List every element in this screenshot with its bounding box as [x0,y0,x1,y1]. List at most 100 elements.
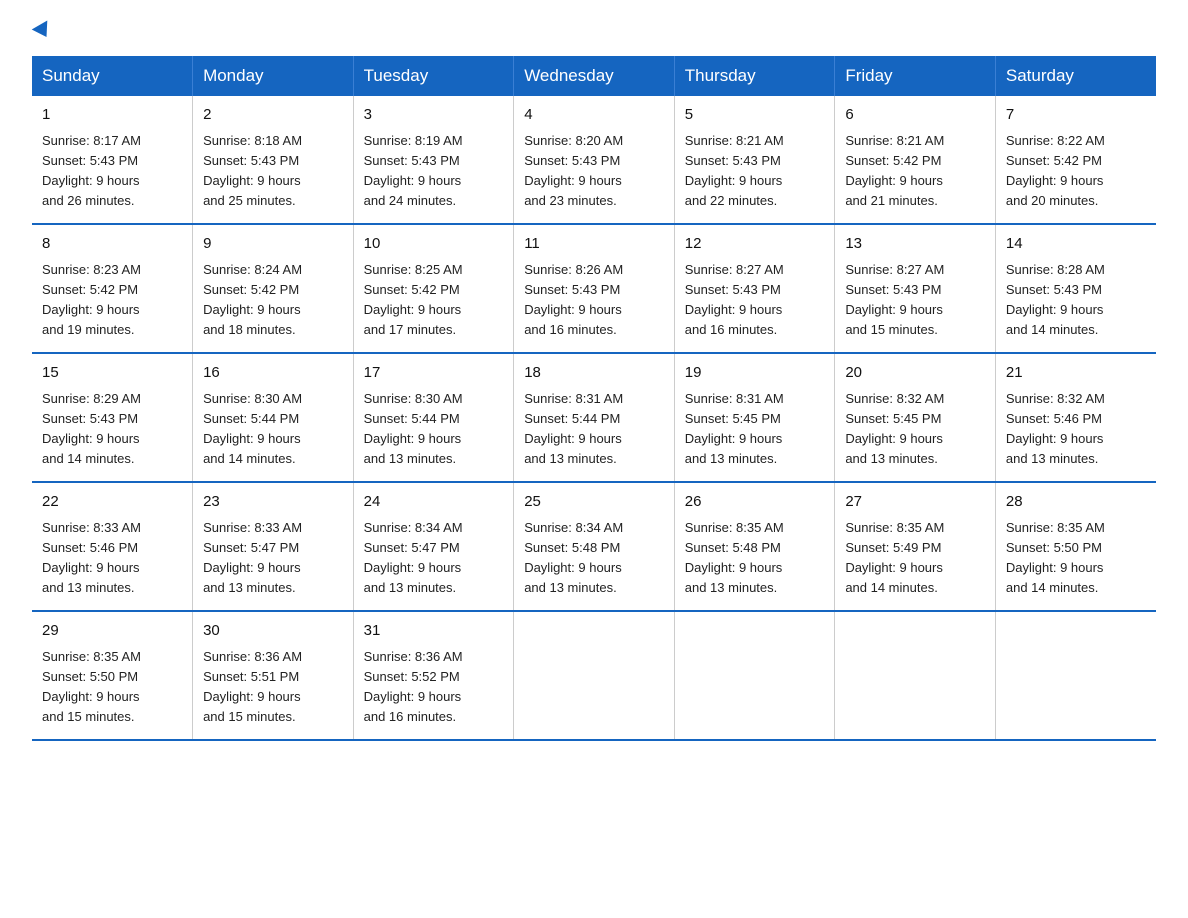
day-number: 1 [42,104,182,127]
day-info: Sunrise: 8:18 AMSunset: 5:43 PMDaylight:… [203,131,343,212]
day-info: Sunrise: 8:36 AMSunset: 5:52 PMDaylight:… [364,647,504,728]
day-number: 9 [203,233,343,256]
day-number: 17 [364,362,504,385]
day-number: 26 [685,491,825,514]
calendar-cell: 12 Sunrise: 8:27 AMSunset: 5:43 PMDayligh… [674,224,835,353]
day-number: 12 [685,233,825,256]
day-info: Sunrise: 8:21 AMSunset: 5:43 PMDaylight:… [685,131,825,212]
day-number: 6 [845,104,985,127]
calendar-cell: 4 Sunrise: 8:20 AMSunset: 5:43 PMDaylight… [514,96,675,224]
day-number: 18 [524,362,664,385]
day-number: 22 [42,491,182,514]
day-number: 21 [1006,362,1146,385]
day-number: 8 [42,233,182,256]
day-info: Sunrise: 8:24 AMSunset: 5:42 PMDaylight:… [203,260,343,341]
calendar-cell: 14 Sunrise: 8:28 AMSunset: 5:43 PMDayligh… [995,224,1156,353]
day-number: 15 [42,362,182,385]
day-info: Sunrise: 8:32 AMSunset: 5:45 PMDaylight:… [845,389,985,470]
calendar-cell: 17Sunrise: 8:30 AMSunset: 5:44 PMDayligh… [353,353,514,482]
calendar-cell: 5 Sunrise: 8:21 AMSunset: 5:43 PMDaylight… [674,96,835,224]
day-number: 29 [42,620,182,643]
page-header [32,24,1156,38]
day-number: 7 [1006,104,1146,127]
calendar-cell: 31 Sunrise: 8:36 AMSunset: 5:52 PMDayligh… [353,611,514,740]
calendar-cell: 15 Sunrise: 8:29 AMSunset: 5:43 PMDayligh… [32,353,193,482]
calendar-table: SundayMondayTuesdayWednesdayThursdayFrid… [32,56,1156,741]
calendar-cell: 26 Sunrise: 8:35 AMSunset: 5:48 PMDayligh… [674,482,835,611]
day-info: Sunrise: 8:35 AMSunset: 5:48 PMDaylight:… [685,518,825,599]
day-info: Sunrise: 8:23 AMSunset: 5:42 PMDaylight:… [42,260,182,341]
logo [32,24,52,38]
day-number: 14 [1006,233,1146,256]
day-number: 19 [685,362,825,385]
column-header-tuesday: Tuesday [353,56,514,96]
calendar-cell: 29 Sunrise: 8:35 AMSunset: 5:50 PMDayligh… [32,611,193,740]
calendar-cell: 24 Sunrise: 8:34 AMSunset: 5:47 PMDayligh… [353,482,514,611]
day-info: Sunrise: 8:21 AMSunset: 5:42 PMDaylight:… [845,131,985,212]
calendar-cell: 1Sunrise: 8:17 AMSunset: 5:43 PMDaylight… [32,96,193,224]
day-info: Sunrise: 8:30 AMSunset: 5:44 PMDaylight:… [203,389,343,470]
calendar-cell [835,611,996,740]
calendar-cell [674,611,835,740]
day-number: 4 [524,104,664,127]
calendar-week-row: 8 Sunrise: 8:23 AMSunset: 5:42 PMDaylight… [32,224,1156,353]
day-info: Sunrise: 8:35 AMSunset: 5:50 PMDaylight:… [42,647,182,728]
day-info: Sunrise: 8:34 AMSunset: 5:47 PMDaylight:… [364,518,504,599]
day-info: Sunrise: 8:31 AMSunset: 5:44 PMDaylight:… [524,389,664,470]
logo-arrow-icon [32,20,55,41]
calendar-cell [514,611,675,740]
day-number: 23 [203,491,343,514]
calendar-cell: 21 Sunrise: 8:32 AMSunset: 5:46 PMDayligh… [995,353,1156,482]
day-info: Sunrise: 8:19 AMSunset: 5:43 PMDaylight:… [364,131,504,212]
day-info: Sunrise: 8:32 AMSunset: 5:46 PMDaylight:… [1006,389,1146,470]
day-number: 31 [364,620,504,643]
calendar-cell: 2 Sunrise: 8:18 AMSunset: 5:43 PMDaylight… [193,96,354,224]
calendar-cell: 20Sunrise: 8:32 AMSunset: 5:45 PMDayligh… [835,353,996,482]
day-number: 10 [364,233,504,256]
calendar-cell: 23 Sunrise: 8:33 AMSunset: 5:47 PMDayligh… [193,482,354,611]
calendar-cell: 9 Sunrise: 8:24 AMSunset: 5:42 PMDaylight… [193,224,354,353]
day-info: Sunrise: 8:33 AMSunset: 5:47 PMDaylight:… [203,518,343,599]
calendar-cell: 27 Sunrise: 8:35 AMSunset: 5:49 PMDayligh… [835,482,996,611]
day-info: Sunrise: 8:26 AMSunset: 5:43 PMDaylight:… [524,260,664,341]
day-number: 16 [203,362,343,385]
calendar-week-row: 29 Sunrise: 8:35 AMSunset: 5:50 PMDayligh… [32,611,1156,740]
day-info: Sunrise: 8:27 AMSunset: 5:43 PMDaylight:… [845,260,985,341]
day-number: 25 [524,491,664,514]
day-number: 13 [845,233,985,256]
calendar-cell: 18 Sunrise: 8:31 AMSunset: 5:44 PMDayligh… [514,353,675,482]
calendar-cell: 13 Sunrise: 8:27 AMSunset: 5:43 PMDayligh… [835,224,996,353]
column-header-thursday: Thursday [674,56,835,96]
calendar-cell [995,611,1156,740]
calendar-cell: 28Sunrise: 8:35 AMSunset: 5:50 PMDayligh… [995,482,1156,611]
day-info: Sunrise: 8:35 AMSunset: 5:49 PMDaylight:… [845,518,985,599]
day-info: Sunrise: 8:36 AMSunset: 5:51 PMDaylight:… [203,647,343,728]
calendar-cell: 3 Sunrise: 8:19 AMSunset: 5:43 PMDaylight… [353,96,514,224]
day-info: Sunrise: 8:28 AMSunset: 5:43 PMDaylight:… [1006,260,1146,341]
column-header-friday: Friday [835,56,996,96]
calendar-cell: 25Sunrise: 8:34 AMSunset: 5:48 PMDayligh… [514,482,675,611]
day-info: Sunrise: 8:27 AMSunset: 5:43 PMDaylight:… [685,260,825,341]
column-header-monday: Monday [193,56,354,96]
calendar-cell: 16 Sunrise: 8:30 AMSunset: 5:44 PMDayligh… [193,353,354,482]
day-info: Sunrise: 8:35 AMSunset: 5:50 PMDaylight:… [1006,518,1146,599]
column-header-sunday: Sunday [32,56,193,96]
calendar-cell: 10 Sunrise: 8:25 AMSunset: 5:42 PMDayligh… [353,224,514,353]
column-header-wednesday: Wednesday [514,56,675,96]
day-number: 3 [364,104,504,127]
day-info: Sunrise: 8:20 AMSunset: 5:43 PMDaylight:… [524,131,664,212]
day-number: 2 [203,104,343,127]
calendar-cell: 6 Sunrise: 8:21 AMSunset: 5:42 PMDaylight… [835,96,996,224]
day-number: 27 [845,491,985,514]
day-info: Sunrise: 8:22 AMSunset: 5:42 PMDaylight:… [1006,131,1146,212]
day-info: Sunrise: 8:31 AMSunset: 5:45 PMDaylight:… [685,389,825,470]
calendar-week-row: 15 Sunrise: 8:29 AMSunset: 5:43 PMDayligh… [32,353,1156,482]
calendar-cell: 30Sunrise: 8:36 AMSunset: 5:51 PMDayligh… [193,611,354,740]
day-number: 5 [685,104,825,127]
day-number: 24 [364,491,504,514]
calendar-cell: 7 Sunrise: 8:22 AMSunset: 5:42 PMDaylight… [995,96,1156,224]
calendar-week-row: 1Sunrise: 8:17 AMSunset: 5:43 PMDaylight… [32,96,1156,224]
day-info: Sunrise: 8:29 AMSunset: 5:43 PMDaylight:… [42,389,182,470]
day-info: Sunrise: 8:25 AMSunset: 5:42 PMDaylight:… [364,260,504,341]
column-header-saturday: Saturday [995,56,1156,96]
